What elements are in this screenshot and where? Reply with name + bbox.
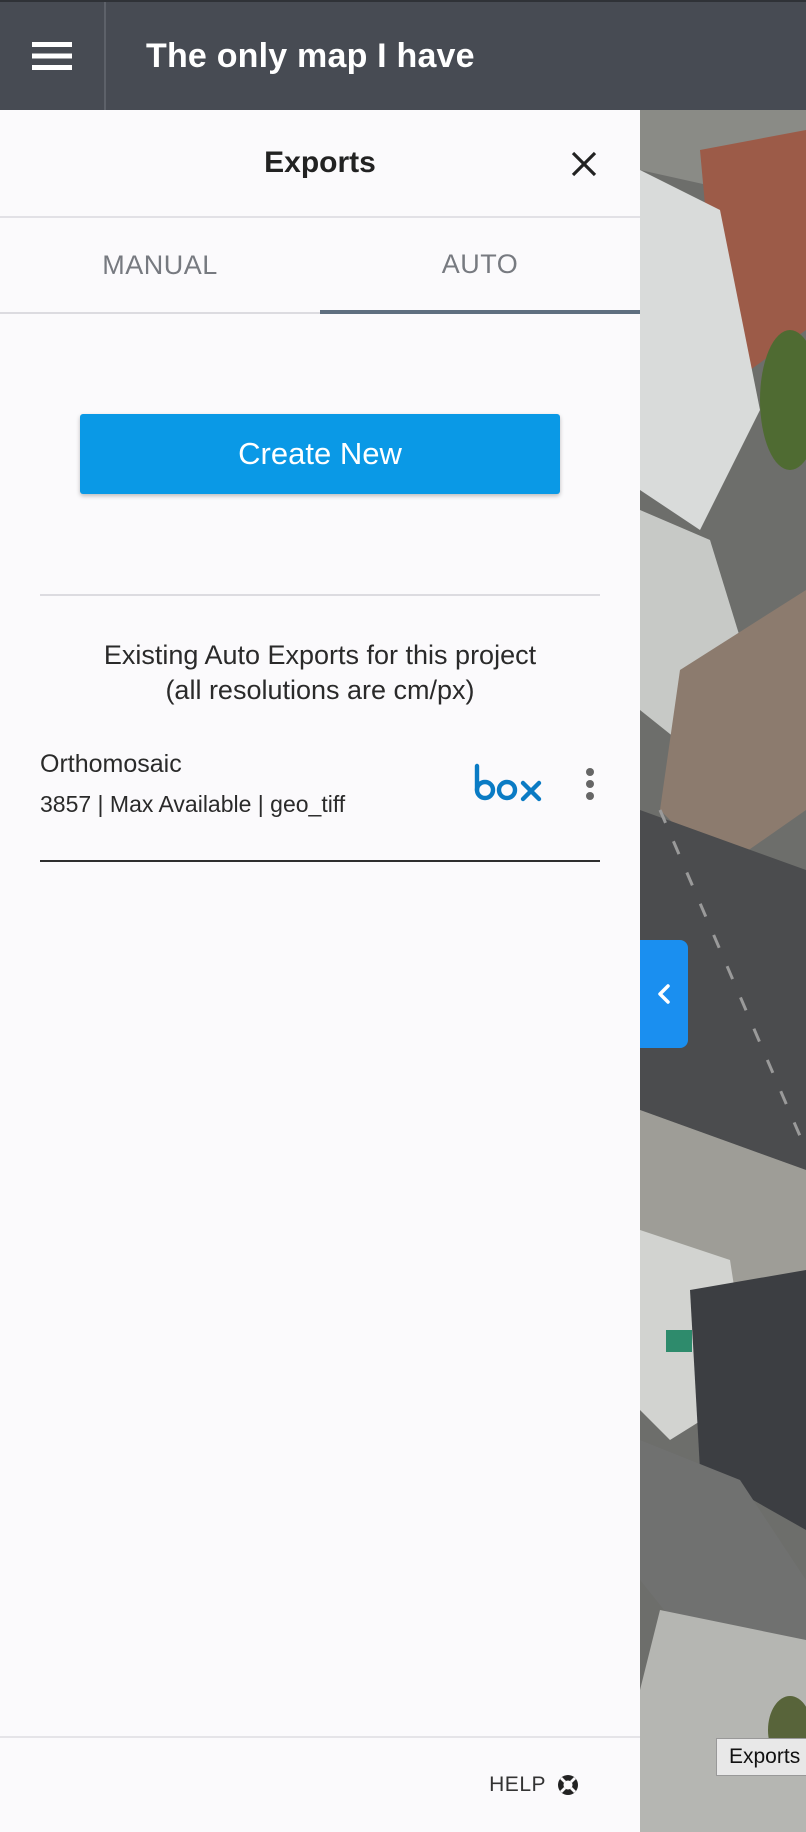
section-divider <box>40 594 600 596</box>
box-logo-icon <box>474 763 542 802</box>
panel-footer: HELP <box>0 1736 640 1832</box>
hamburger-icon <box>32 42 72 70</box>
exports-tooltip: Exports <box>716 1738 806 1776</box>
export-name: Orthomosaic <box>40 750 182 778</box>
help-link[interactable]: HELP <box>489 1773 580 1797</box>
existing-exports-title: Existing Auto Exports for this project <box>103 640 537 670</box>
export-info: Orthomosaic 3857 | Max Available | geo_t… <box>40 750 472 818</box>
kebab-dot-icon <box>586 792 594 800</box>
lifebuoy-icon <box>558 1775 578 1795</box>
more-options-button[interactable] <box>580 764 600 804</box>
close-icon <box>571 151 597 177</box>
export-list-item: Orthomosaic 3857 | Max Available | geo_t… <box>40 750 600 862</box>
collapse-panel-button[interactable] <box>640 940 688 1048</box>
panel-header: Exports <box>0 110 640 218</box>
top-bar: The only map I have <box>0 0 806 110</box>
panel-title: Exports <box>264 146 376 179</box>
menu-button[interactable] <box>0 2 106 110</box>
tab-auto[interactable]: AUTO <box>320 218 640 314</box>
export-meta: 3857 | Max Available | geo_tiff <box>40 791 346 817</box>
kebab-dot-icon <box>586 780 594 788</box>
kebab-dot-icon <box>586 768 594 776</box>
help-label: HELP <box>489 1773 546 1796</box>
existing-exports-heading: Existing Auto Exports for this project (… <box>0 638 640 708</box>
exports-panel: Exports MANUAL AUTO Create New Existing … <box>0 110 640 1832</box>
tab-manual[interactable]: MANUAL <box>0 218 320 312</box>
close-button[interactable] <box>564 144 604 184</box>
chevron-left-icon <box>658 984 670 1004</box>
map-title: The only map I have <box>146 36 475 75</box>
existing-exports-subtitle: (all resolutions are cm/px) <box>165 675 475 705</box>
export-tabs: MANUAL AUTO <box>0 218 640 314</box>
create-new-button[interactable]: Create New <box>80 414 560 494</box>
create-wrap: Create New <box>0 314 640 494</box>
